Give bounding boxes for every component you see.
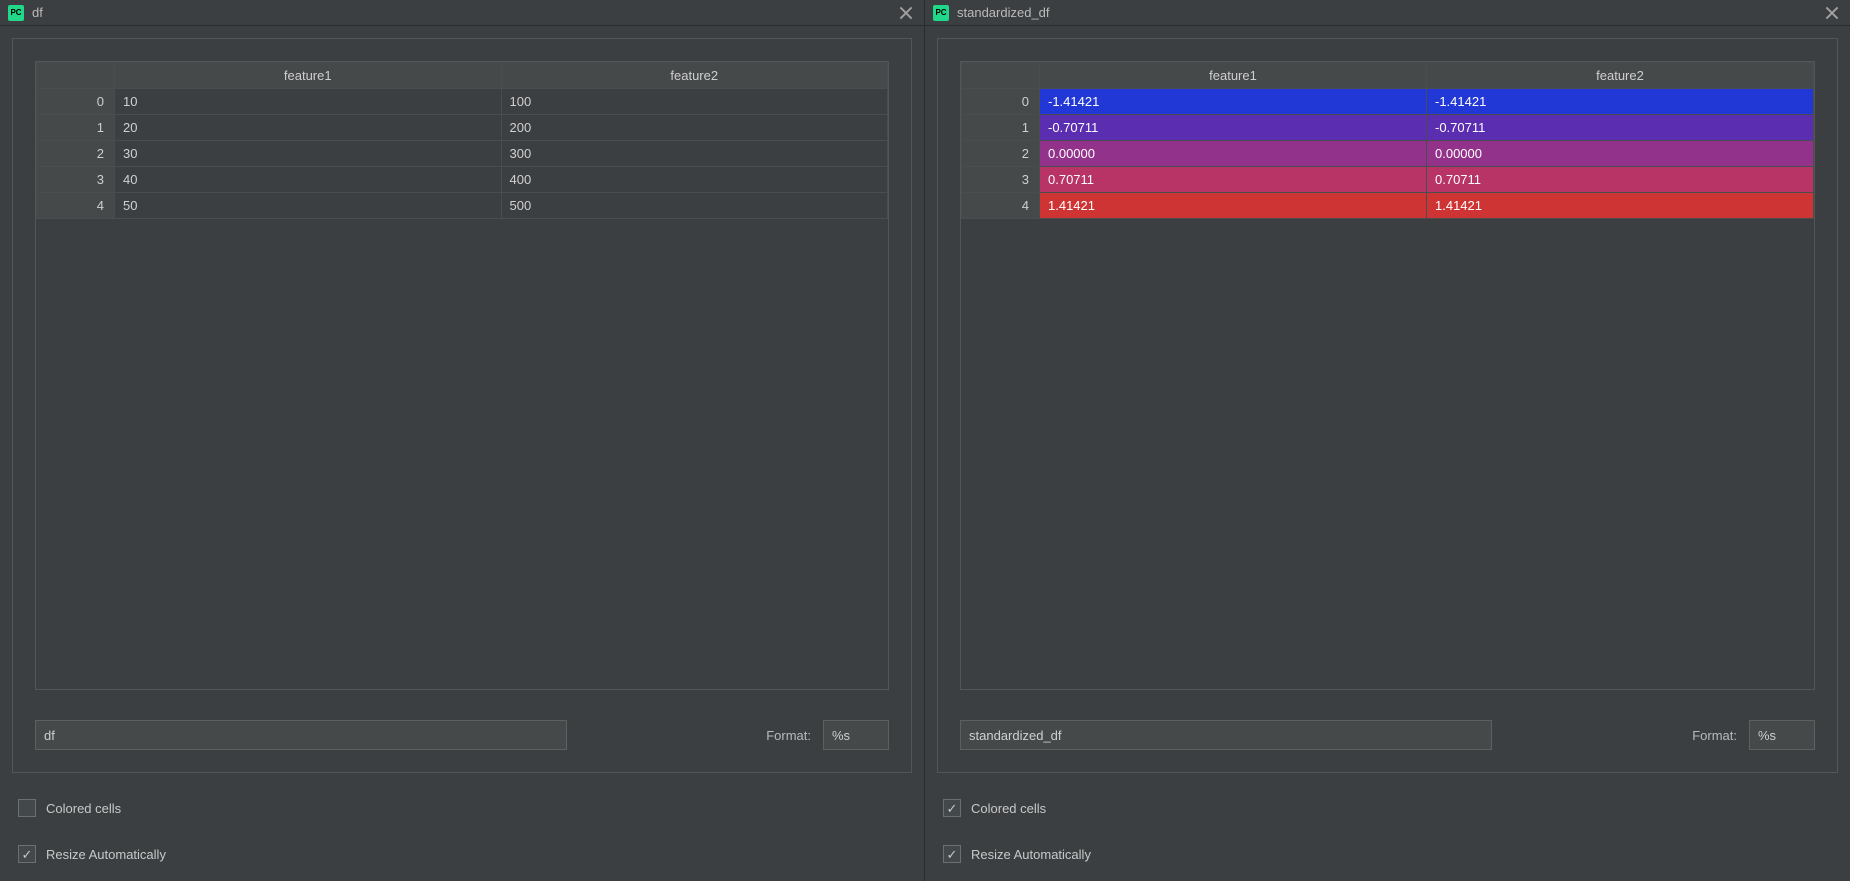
table-row: 450500	[37, 193, 888, 219]
expression-input-left[interactable]	[35, 720, 567, 750]
table-cell[interactable]: 300	[501, 141, 888, 167]
table-cell[interactable]: -1.41421	[1427, 89, 1814, 115]
table-cell[interactable]: 400	[501, 167, 888, 193]
close-button-left[interactable]	[896, 3, 916, 23]
close-button-right[interactable]	[1822, 3, 1842, 23]
table-cell[interactable]: 30	[115, 141, 502, 167]
checkbox-icon[interactable]	[18, 845, 36, 863]
row-index[interactable]: 2	[37, 141, 115, 167]
expression-input-right[interactable]	[960, 720, 1492, 750]
checkbox-label: Resize Automatically	[46, 847, 166, 862]
table-row: 120200	[37, 115, 888, 141]
table-wrap-right[interactable]: feature1 feature2 0-1.41421-1.414211-0.7…	[960, 61, 1815, 690]
bottom-row-left: Format:	[35, 720, 889, 750]
checkbox-label: Resize Automatically	[971, 847, 1091, 862]
table-cell[interactable]: 500	[501, 193, 888, 219]
col-header[interactable]: feature2	[1427, 63, 1814, 89]
row-index[interactable]: 4	[962, 193, 1040, 219]
table-row: 30.707110.70711	[962, 167, 1814, 193]
close-icon	[1825, 6, 1839, 20]
data-table-left: feature1 feature2 0101001202002303003404…	[36, 62, 888, 219]
format-label-right: Format:	[1692, 728, 1737, 743]
row-index[interactable]: 4	[37, 193, 115, 219]
table-cell[interactable]: 1.41421	[1427, 193, 1814, 219]
resize-auto-check-left[interactable]: Resize Automatically	[18, 845, 906, 863]
colored-cells-check-right[interactable]: Colored cells	[943, 799, 1832, 817]
format-input-left[interactable]	[823, 720, 889, 750]
titlebar-right: standardized_df	[925, 0, 1850, 26]
format-label-left: Format:	[766, 728, 811, 743]
close-icon	[899, 6, 913, 20]
table-cell[interactable]: 0.70711	[1040, 167, 1427, 193]
resize-auto-check-right[interactable]: Resize Automatically	[943, 845, 1832, 863]
pane-left: df feature1 feature2 01	[0, 0, 925, 881]
title-left: df	[32, 5, 43, 20]
workspace: df feature1 feature2 01	[0, 0, 1850, 881]
checks-left: Colored cells Resize Automatically	[0, 781, 924, 881]
table-row: 340400	[37, 167, 888, 193]
checkbox-label: Colored cells	[46, 801, 121, 816]
pane-right: standardized_df feature1 feature2	[925, 0, 1850, 881]
row-index[interactable]: 0	[37, 89, 115, 115]
pycharm-icon	[8, 5, 24, 21]
table-cell[interactable]: 0.70711	[1427, 167, 1814, 193]
data-table-right: feature1 feature2 0-1.41421-1.414211-0.7…	[961, 62, 1814, 219]
checks-right: Colored cells Resize Automatically	[925, 781, 1850, 881]
row-index[interactable]: 2	[962, 141, 1040, 167]
body-left: feature1 feature2 0101001202002303003404…	[0, 26, 924, 781]
table-row: 010100	[37, 89, 888, 115]
format-input-right[interactable]	[1749, 720, 1815, 750]
row-index[interactable]: 3	[37, 167, 115, 193]
panel-frame-left: feature1 feature2 0101001202002303003404…	[12, 38, 912, 773]
table-row: 230300	[37, 141, 888, 167]
table-cell[interactable]: 10	[115, 89, 502, 115]
checkbox-icon[interactable]	[943, 799, 961, 817]
table-cell[interactable]: 200	[501, 115, 888, 141]
table-cell[interactable]: 20	[115, 115, 502, 141]
titlebar-left: df	[0, 0, 924, 26]
table-row: 41.414211.41421	[962, 193, 1814, 219]
colored-cells-check-left[interactable]: Colored cells	[18, 799, 906, 817]
pycharm-icon	[933, 5, 949, 21]
title-right: standardized_df	[957, 5, 1050, 20]
table-cell[interactable]: 100	[501, 89, 888, 115]
table-cell[interactable]: 40	[115, 167, 502, 193]
table-row: 20.000000.00000	[962, 141, 1814, 167]
table-corner[interactable]	[962, 63, 1040, 89]
table-cell[interactable]: 0.00000	[1040, 141, 1427, 167]
table-corner[interactable]	[37, 63, 115, 89]
col-header[interactable]: feature2	[501, 63, 888, 89]
panel-frame-right: feature1 feature2 0-1.41421-1.414211-0.7…	[937, 38, 1838, 773]
col-header[interactable]: feature1	[115, 63, 502, 89]
col-header[interactable]: feature1	[1040, 63, 1427, 89]
table-cell[interactable]: -1.41421	[1040, 89, 1427, 115]
bottom-row-right: Format:	[960, 720, 1815, 750]
checkbox-label: Colored cells	[971, 801, 1046, 816]
row-index[interactable]: 3	[962, 167, 1040, 193]
checkbox-icon[interactable]	[943, 845, 961, 863]
table-row: 1-0.70711-0.70711	[962, 115, 1814, 141]
table-cell[interactable]: 50	[115, 193, 502, 219]
row-index[interactable]: 1	[962, 115, 1040, 141]
table-wrap-left[interactable]: feature1 feature2 0101001202002303003404…	[35, 61, 889, 690]
table-cell[interactable]: 1.41421	[1040, 193, 1427, 219]
table-cell[interactable]: -0.70711	[1427, 115, 1814, 141]
row-index[interactable]: 0	[962, 89, 1040, 115]
table-cell[interactable]: -0.70711	[1040, 115, 1427, 141]
checkbox-icon[interactable]	[18, 799, 36, 817]
table-row: 0-1.41421-1.41421	[962, 89, 1814, 115]
row-index[interactable]: 1	[37, 115, 115, 141]
table-cell[interactable]: 0.00000	[1427, 141, 1814, 167]
body-right: feature1 feature2 0-1.41421-1.414211-0.7…	[925, 26, 1850, 781]
